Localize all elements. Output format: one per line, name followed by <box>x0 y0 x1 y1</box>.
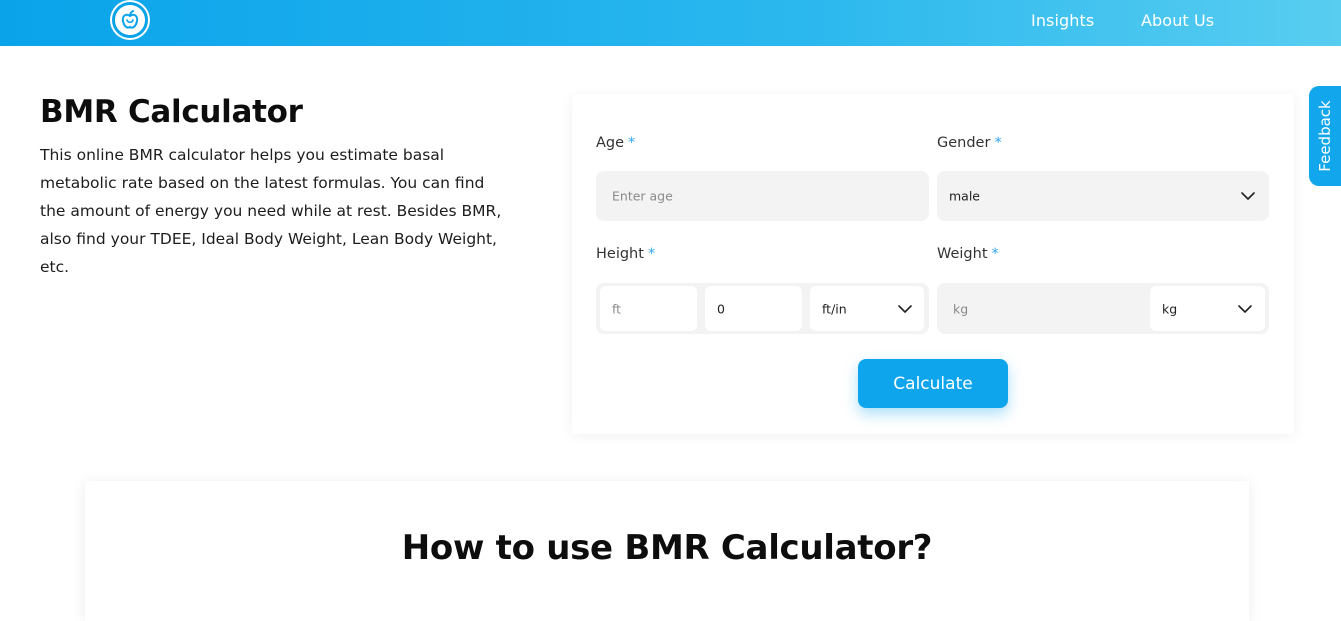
weight-input[interactable]: kg <box>937 283 1142 334</box>
height-label: Height * <box>596 246 655 262</box>
chevron-down-icon <box>1238 304 1252 313</box>
age-label: Age * <box>596 135 635 151</box>
height-input-group: ft 0 ft/in <box>596 283 929 334</box>
weight-label: Weight * <box>937 246 999 262</box>
age-label-text: Age <box>596 135 625 151</box>
gender-label: Gender * <box>937 135 1002 151</box>
required-mark: * <box>647 246 656 262</box>
page-description: This online BMR calculator helps you est… <box>40 146 502 276</box>
howto-section: How to use BMR Calculator? <box>85 481 1249 621</box>
height-feet-placeholder: ft <box>612 301 622 316</box>
weight-label-text: Weight <box>937 246 988 262</box>
feedback-tab[interactable]: Feedback <box>1309 86 1341 186</box>
weight-unit-value: kg <box>1162 301 1178 316</box>
height-feet-input[interactable]: ft <box>600 286 697 331</box>
gender-label-text: Gender <box>937 135 991 151</box>
weight-placeholder: kg <box>953 301 969 316</box>
apple-icon <box>121 10 139 29</box>
howto-title: How to use BMR Calculator? <box>401 528 933 568</box>
age-placeholder: Enter age <box>612 188 673 204</box>
height-unit-value: ft/in <box>822 301 847 316</box>
gender-select[interactable]: male <box>937 171 1269 221</box>
required-mark: * <box>991 246 999 262</box>
weight-input-group: kg kg <box>937 283 1269 334</box>
age-input[interactable]: Enter age <box>596 171 929 221</box>
calculate-button[interactable]: Calculate <box>858 359 1008 408</box>
required-mark: * <box>628 135 636 151</box>
nav-about-us-link[interactable]: About Us <box>1141 11 1214 30</box>
height-inches-value: 0 <box>717 301 725 316</box>
feedback-label: Feedback <box>1316 100 1334 172</box>
chevron-down-icon <box>898 304 912 313</box>
weight-unit-select[interactable]: kg <box>1150 286 1265 331</box>
logo[interactable] <box>112 2 148 38</box>
chevron-down-icon <box>1241 192 1255 200</box>
page-title: BMR Calculator <box>40 94 303 130</box>
nav-insights-link[interactable]: Insights <box>1031 11 1094 30</box>
height-inches-input[interactable]: 0 <box>705 286 802 331</box>
gender-selected-value: male <box>949 188 980 204</box>
height-unit-select[interactable]: ft/in <box>810 286 924 331</box>
top-navbar: Insights About Us <box>0 0 1341 46</box>
height-label-text: Height <box>596 246 644 262</box>
required-mark: * <box>994 135 1002 151</box>
